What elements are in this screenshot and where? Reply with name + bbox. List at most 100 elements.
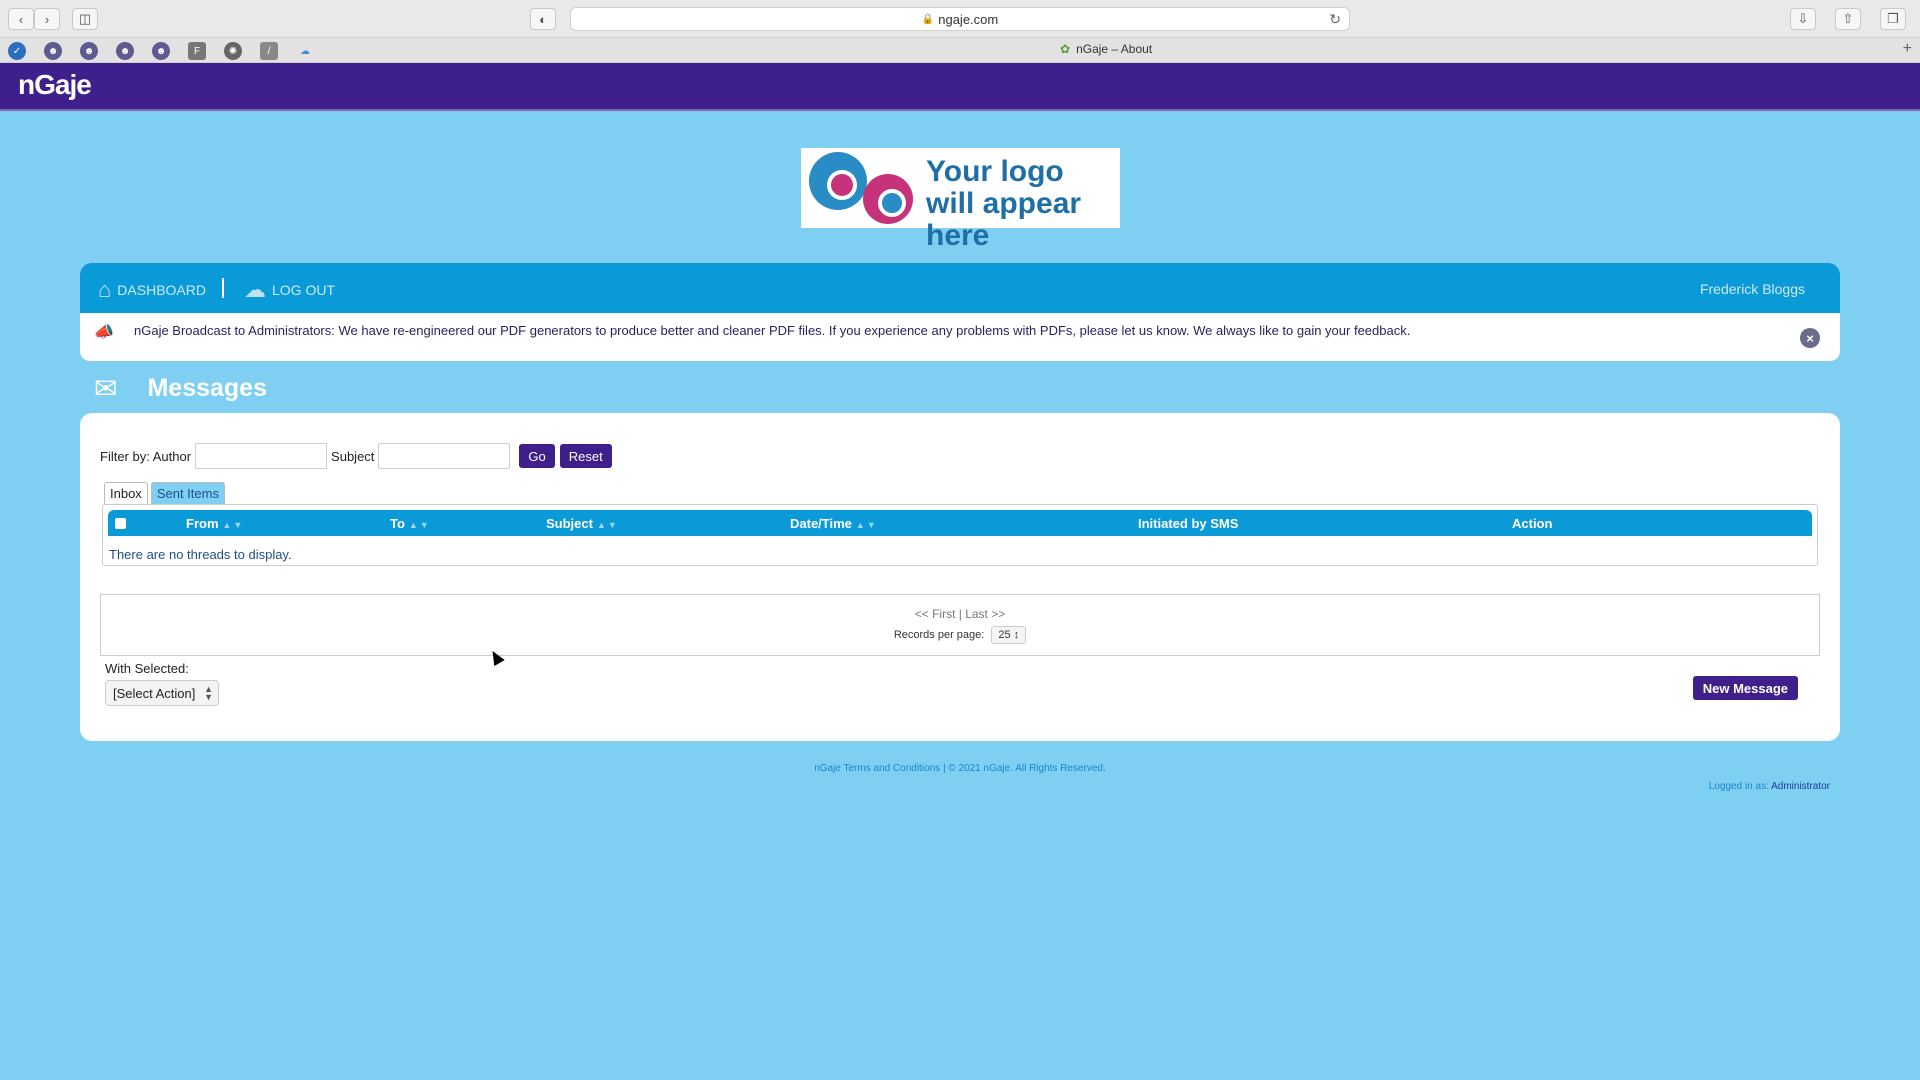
- column-header-subject[interactable]: Subject ▲▼: [546, 516, 619, 531]
- chevron-right-icon: ›: [44, 11, 50, 27]
- bookmark-icon[interactable]: ☻: [44, 42, 62, 60]
- column-header-datetime[interactable]: Date/Time ▲▼: [790, 516, 878, 531]
- client-logo: Your logo will appear here: [801, 148, 1120, 252]
- back-button[interactable]: ‹: [8, 8, 34, 30]
- bulk-action-select[interactable]: [Select Action] ▲ ▼: [105, 680, 219, 706]
- broadcast-message: nGaje Broadcast to Administrators: We ha…: [134, 323, 1411, 338]
- gear-icon: [809, 152, 867, 210]
- lock-icon: 🔒: [921, 13, 935, 25]
- column-label: To: [390, 516, 405, 531]
- sidebar-icon: ◫: [78, 11, 92, 26]
- bookmark-icon[interactable]: ☻: [116, 42, 134, 60]
- column-header-from[interactable]: From ▲▼: [186, 516, 244, 531]
- browser-toolbar: ‹ › ◫ ◐ 🔒 ngaje.com ↻ ⇩ ⇧ ❐: [0, 0, 1920, 38]
- browser-tab[interactable]: ✿ nGaje – About: [1060, 42, 1152, 56]
- records-per-page-select[interactable]: 25 ↕: [991, 626, 1027, 644]
- table-header: From ▲▼ To ▲▼ Subject ▲▼ Date/Time ▲▼ Initia…: [108, 510, 1812, 536]
- bookmark-icon[interactable]: ☻: [80, 42, 98, 60]
- records-per-page-label: Records per page:: [893, 629, 985, 641]
- new-message-button[interactable]: New Message: [1692, 676, 1798, 700]
- column-header-action: Action: [1512, 516, 1553, 531]
- go-button[interactable]: Go: [519, 444, 555, 468]
- pagination: << First | Last >> Records per page: 25 …: [100, 594, 1820, 656]
- nav-logout[interactable]: ☁ LOG OUT: [244, 277, 335, 303]
- nav-dashboard[interactable]: ⌂ DASHBOARD: [98, 277, 206, 303]
- sort-icon[interactable]: ▲▼: [409, 520, 431, 530]
- address-bar[interactable]: 🔒 ngaje.com ↻: [570, 7, 1350, 31]
- tabs-button[interactable]: ❐: [1880, 8, 1906, 30]
- chevron-left-icon: ‹: [18, 11, 24, 27]
- empty-message: There are no threads to display.: [109, 547, 292, 562]
- column-header-to[interactable]: To ▲▼: [390, 516, 431, 531]
- home-icon: ⌂: [98, 277, 112, 302]
- logged-in-user[interactable]: Administrator: [1771, 781, 1830, 792]
- app-header: nGaje: [0, 63, 1920, 111]
- download-button[interactable]: ⇩: [1790, 8, 1816, 30]
- tab-sent-items[interactable]: Sent Items: [150, 482, 225, 504]
- user-name[interactable]: Frederick Bloggs: [1700, 281, 1805, 297]
- url-text: ngaje.com: [938, 11, 999, 27]
- reset-button[interactable]: Reset: [559, 444, 612, 468]
- logged-in-label: Logged in as:: [1708, 781, 1769, 792]
- messages-table: From ▲▼ To ▲▼ Subject ▲▼ Date/Time ▲▼ Initia…: [102, 504, 1818, 566]
- share-button[interactable]: ⇧: [1835, 8, 1861, 30]
- with-selected-label: With Selected:: [105, 661, 189, 676]
- sort-icon[interactable]: ▲▼: [223, 520, 245, 530]
- subject-input[interactable]: [378, 443, 511, 469]
- top-nav: ⌂ DASHBOARD ☁ LOG OUT Frederick Bloggs: [80, 263, 1840, 313]
- nav-dashboard-label: DASHBOARD: [117, 282, 206, 298]
- bookmark-icon[interactable]: ✓: [8, 42, 26, 60]
- bookmark-icon[interactable]: F: [188, 42, 206, 60]
- column-label: Subject: [546, 516, 593, 531]
- filter-bar: Filter by: Author Subject Go Reset: [100, 443, 612, 469]
- envelope-icon: ✉: [94, 373, 118, 404]
- leaf-icon: ✿: [1060, 42, 1071, 56]
- close-icon[interactable]: ×: [1800, 328, 1820, 348]
- chevron-updown-icon: ▲ ▼: [204, 684, 213, 702]
- sort-icon[interactable]: ▲▼: [856, 520, 878, 530]
- forward-button[interactable]: ›: [34, 8, 60, 30]
- cloud-icon[interactable]: ☁: [296, 42, 314, 60]
- column-header-sms: Initiated by SMS: [1138, 516, 1239, 531]
- megaphone-icon: 📣: [94, 324, 114, 341]
- filter-subject-label: Subject: [331, 448, 375, 464]
- bulk-action-value: [Select Action]: [113, 685, 196, 701]
- favorites-bar: ✓ ☻ ☻ ☻ ☻ F ✺ / ☁ ✿ nGaje – About +: [0, 38, 1920, 63]
- shield-icon: ◐: [539, 11, 547, 27]
- tab-inbox[interactable]: Inbox: [104, 482, 148, 504]
- broadcast-banner: 📣 nGaje Broadcast to Administrators: We …: [80, 313, 1840, 361]
- page-heading: ✉ Messages: [94, 372, 267, 405]
- gear-icon: [863, 174, 913, 224]
- download-icon: ⇩: [1797, 11, 1809, 26]
- page-title: Messages: [147, 374, 267, 402]
- records-per-page: Records per page: 25 ↕: [101, 626, 1819, 644]
- bookmark-icon[interactable]: ✺: [224, 42, 242, 60]
- footer-text[interactable]: nGaje Terms and Conditions | © 2021 nGaj…: [0, 763, 1920, 774]
- cloud-icon: ☁: [244, 277, 266, 302]
- app-brand: nGaje: [18, 69, 92, 100]
- reload-icon[interactable]: ↻: [1329, 11, 1341, 28]
- messages-panel: Filter by: Author Subject Go Reset Inbox…: [80, 413, 1840, 741]
- new-tab-button[interactable]: +: [1903, 40, 1912, 58]
- select-all-checkbox[interactable]: [115, 518, 126, 529]
- sidebar-toggle-button[interactable]: ◫: [72, 8, 98, 30]
- records-per-page-value: 25: [998, 629, 1011, 641]
- message-tabs: Inbox Sent Items: [104, 482, 228, 504]
- filter-author-label: Filter by: Author: [100, 448, 192, 464]
- bookmark-icon[interactable]: ☻: [152, 42, 170, 60]
- sort-icon[interactable]: ▲▼: [597, 520, 619, 530]
- share-icon: ⇧: [1842, 11, 1854, 26]
- column-label: Date/Time: [790, 516, 852, 531]
- logged-in-info: Logged in as: Administrator: [1709, 781, 1830, 792]
- column-label: From: [186, 516, 219, 531]
- nav-logout-label: LOG OUT: [272, 282, 336, 298]
- privacy-button[interactable]: ◐: [530, 8, 556, 30]
- pager-links[interactable]: << First | Last >>: [101, 607, 1819, 621]
- author-input[interactable]: [195, 443, 328, 469]
- nav-divider: [222, 278, 224, 298]
- bookmark-icon[interactable]: /: [260, 42, 278, 60]
- client-logo-text: Your logo will appear here: [926, 155, 1082, 252]
- tabs-icon: ❐: [1887, 11, 1899, 26]
- app-logo[interactable]: nGaje: [18, 69, 92, 101]
- browser-tab-title: nGaje – About: [1076, 42, 1153, 56]
